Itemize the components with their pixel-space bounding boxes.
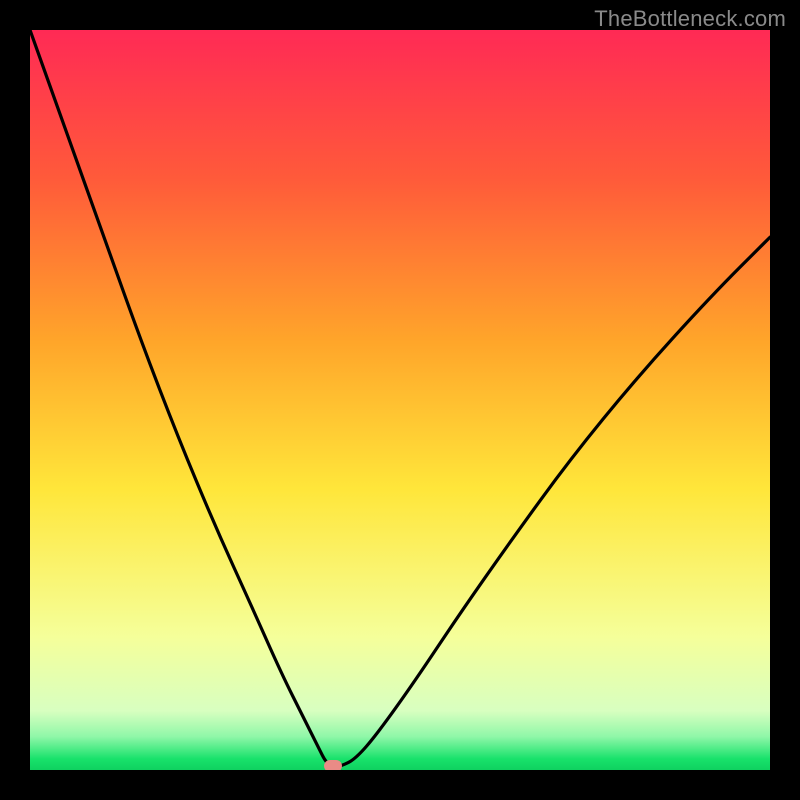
plot-area (30, 30, 770, 770)
bottleneck-curve (30, 30, 770, 770)
chart-frame: TheBottleneck.com (0, 0, 800, 800)
watermark-text: TheBottleneck.com (594, 6, 786, 32)
minimum-marker (324, 760, 342, 770)
